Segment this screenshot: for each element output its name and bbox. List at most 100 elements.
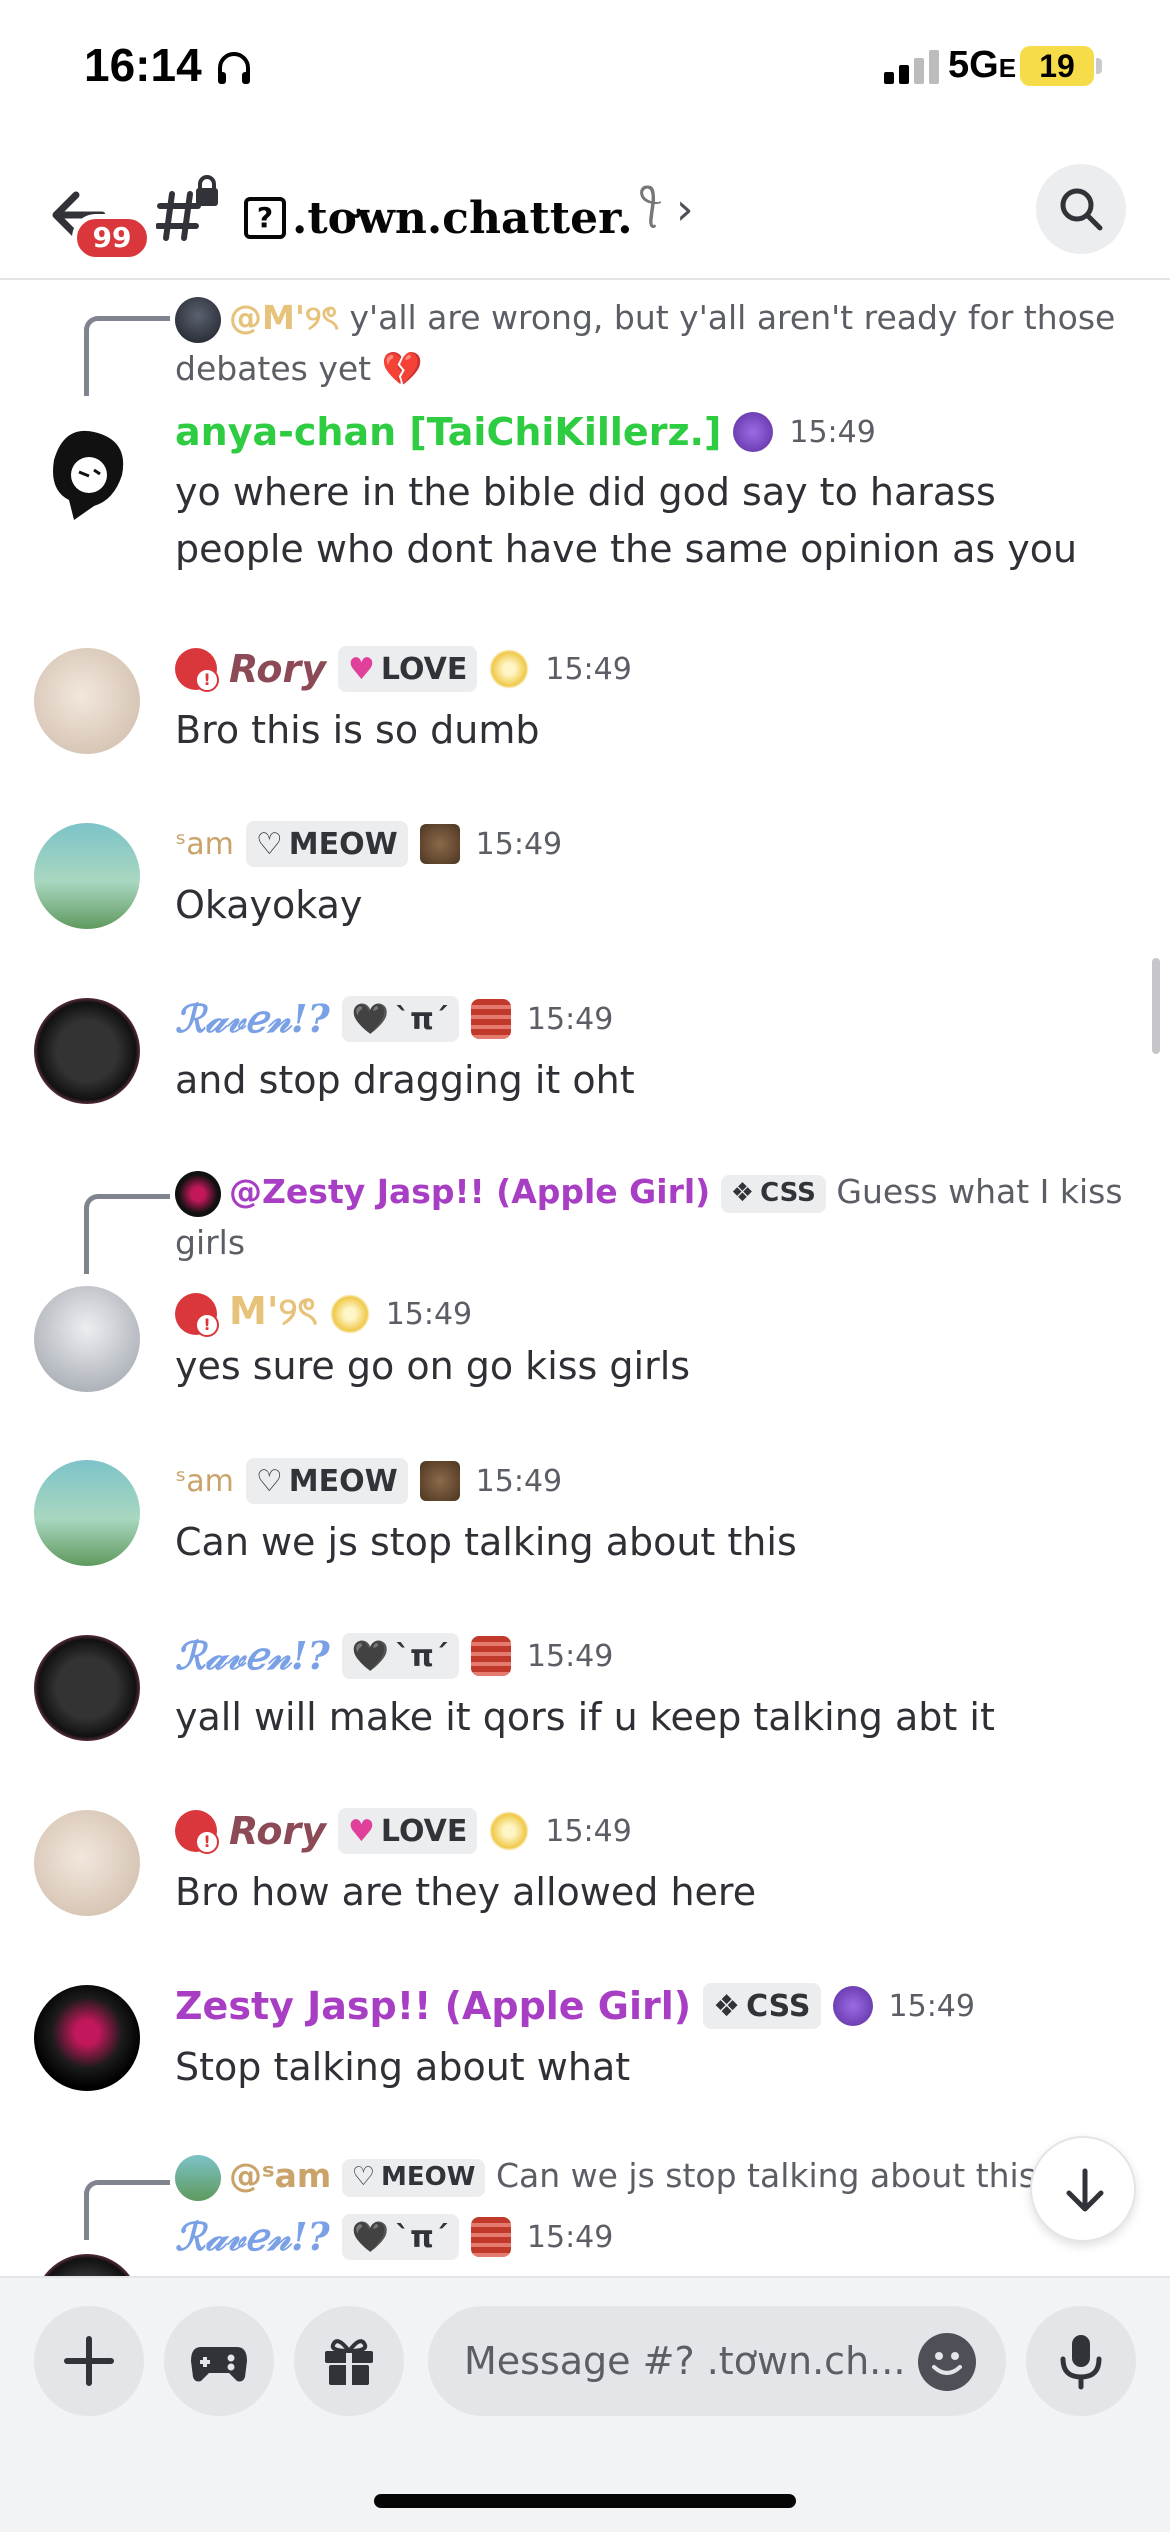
reply-connector (84, 316, 170, 396)
gray-heart-icon: 🖤 (351, 2219, 390, 2255)
message-list[interactable]: @M'୨ৎ y'all are wrong, but y'all aren't … (0, 282, 1170, 2276)
avatar[interactable] (34, 1810, 140, 1916)
avatar[interactable] (34, 1635, 140, 1741)
author-name[interactable]: ˢam (175, 1464, 234, 1499)
spiral-icon (489, 1811, 530, 1851)
avatar[interactable] (34, 823, 140, 929)
author-name[interactable]: M'୨ৎ (229, 1282, 318, 1346)
author-name[interactable]: Rory (229, 647, 326, 691)
avatar[interactable] (34, 420, 140, 526)
author-name[interactable]: ℛ𝒶𝓋ℯ𝓃!? (175, 2214, 330, 2260)
author-name[interactable]: ℛ𝒶𝓋ℯ𝓃!? (175, 996, 330, 1042)
message-text: yo where in the bible did god say to har… (175, 470, 1078, 571)
author-name[interactable]: anya-chan [TaiChiKillerz.] (175, 410, 721, 454)
gray-heart-icon: 🖤 (351, 1638, 390, 1674)
plus-icon (64, 2336, 114, 2386)
moderator-icon (175, 648, 219, 692)
channel-title[interactable]: ? .tơwn.chatter. ꪻ (244, 176, 661, 260)
reply-preview[interactable]: @M'୨ৎ y'all are wrong, but y'all aren't … (175, 292, 1135, 394)
message-header: ˢam ♡ MEOW 15:49 (175, 821, 562, 867)
channel-title-suffix: ꪻ (638, 192, 662, 238)
coffee-icon (419, 1461, 460, 1501)
gamepad-icon (191, 2347, 247, 2382)
avatar[interactable] (34, 998, 140, 1104)
gift-button[interactable] (294, 2306, 404, 2416)
message-input[interactable] (464, 2332, 904, 2390)
status-time: 16:14 (84, 39, 202, 91)
message-header: anya-chan [TaiChiKillerz.] 15:49 (175, 410, 876, 454)
avatar[interactable] (34, 2254, 140, 2276)
battery-tip (1096, 58, 1102, 74)
emoji-picker-button[interactable] (918, 2333, 976, 2391)
timestamp: 15:49 (545, 1813, 632, 1849)
arrow-down-icon (1066, 2168, 1104, 2212)
author-name[interactable]: Rory (229, 1809, 326, 1853)
timestamp: 15:49 (789, 414, 876, 450)
author-name[interactable]: Zesty Jasp!! (Apple Girl) (175, 1984, 691, 2028)
timestamp: 15:49 (475, 826, 563, 862)
jump-to-bottom-button[interactable] (1030, 2136, 1136, 2242)
timestamp: 15:49 (526, 1638, 614, 1674)
message-header: ℛ𝒶𝓋ℯ𝓃!? 🖤 ˋπˊ 15:49 (175, 1633, 613, 1679)
cell-signal-icon (884, 50, 939, 84)
battery-level: 19 (1020, 46, 1094, 86)
message-header: ˢam ♡ MEOW 15:49 (175, 1458, 562, 1504)
message-header: ℛ𝒶𝓋ℯ𝓃!? 🖤 ˋπˊ 15:49 (175, 996, 613, 1042)
diamond-icon: ❖ (713, 1988, 741, 2024)
message-text: and stop dragging it oht (175, 1058, 635, 1102)
search-icon (1060, 188, 1103, 231)
user-tag: ❖ CSS (720, 1174, 826, 1213)
coins-icon (470, 2217, 511, 2257)
unread-badge: 99 (72, 214, 152, 262)
moderator-icon (175, 1810, 219, 1854)
message-header: Rory ♥LOVE 15:49 (175, 1808, 632, 1854)
author-name[interactable]: ˢam (175, 827, 234, 862)
reply-preview[interactable]: @Zesty Jasp!! (Apple Girl) ❖ CSS Guess wh… (175, 1166, 1135, 1268)
network-type: 5GE (948, 44, 1017, 86)
message-text: yes sure go on go kiss girls (175, 1344, 691, 1388)
crystal-icon (832, 1986, 873, 2026)
avatar[interactable] (34, 1985, 140, 2091)
scrollbar[interactable] (1152, 958, 1160, 1054)
timestamp: 15:49 (526, 1001, 614, 1037)
user-tag: ♡ MEOW (245, 1458, 408, 1504)
message-input-container[interactable] (428, 2306, 1006, 2416)
smiley-icon (932, 2352, 962, 2375)
spiral-icon (329, 1294, 370, 1334)
reply-preview[interactable]: @ˢam ♡ MEOW Can we js stop talking about … (175, 2150, 1135, 2201)
avatar[interactable] (34, 1460, 140, 1566)
channel-header: 99 ? .tơwn.chatter. ꪻ › (0, 140, 1170, 280)
message-text: yall will make it qors if u keep talking… (175, 1695, 995, 1739)
timestamp: 15:49 (888, 1988, 975, 2024)
reply-connector (84, 1194, 170, 1274)
chevron-right-icon[interactable]: › (676, 184, 694, 235)
user-tag: 🖤 ˋπˊ (341, 2214, 459, 2260)
coins-icon (470, 1636, 511, 1676)
author-name[interactable]: ℛ𝒶𝓋ℯ𝓃!? (175, 1633, 330, 1679)
message-text: Bro how are they allowed here (175, 1870, 757, 1914)
message-text: Can we js stop talking about this (175, 1520, 797, 1564)
user-tag: ♥ LOVE (338, 646, 478, 692)
user-tag: ❖ CSS (703, 1983, 821, 2029)
message-text: Stop talking about what (175, 2045, 631, 2089)
heart-icon: ♥ (348, 1813, 375, 1849)
timestamp: 15:49 (526, 2219, 614, 2255)
message-header: M'୨ৎ 15:49 (175, 1282, 472, 1346)
channel-emoji-icon: ? (244, 197, 286, 239)
reply-avatar (175, 2154, 221, 2201)
search-button[interactable] (1036, 164, 1126, 254)
add-attachment-button[interactable] (34, 2306, 144, 2416)
user-tag: ♡ MEOW (245, 821, 408, 867)
reply-connector (84, 2180, 170, 2240)
avatar-art-icon (53, 430, 124, 520)
activities-button[interactable] (164, 2306, 274, 2416)
voice-message-button[interactable] (1026, 2306, 1136, 2416)
user-tag: ♡ MEOW (341, 2158, 486, 2197)
avatar[interactable] (34, 1286, 140, 1392)
avatar[interactable] (34, 648, 140, 754)
reply-avatar (175, 1170, 221, 1217)
microphone-icon (1060, 2335, 1102, 2390)
crystal-icon (733, 412, 774, 452)
message-text: Bro this is so dumb (175, 708, 540, 752)
home-indicator[interactable] (374, 2494, 796, 2508)
